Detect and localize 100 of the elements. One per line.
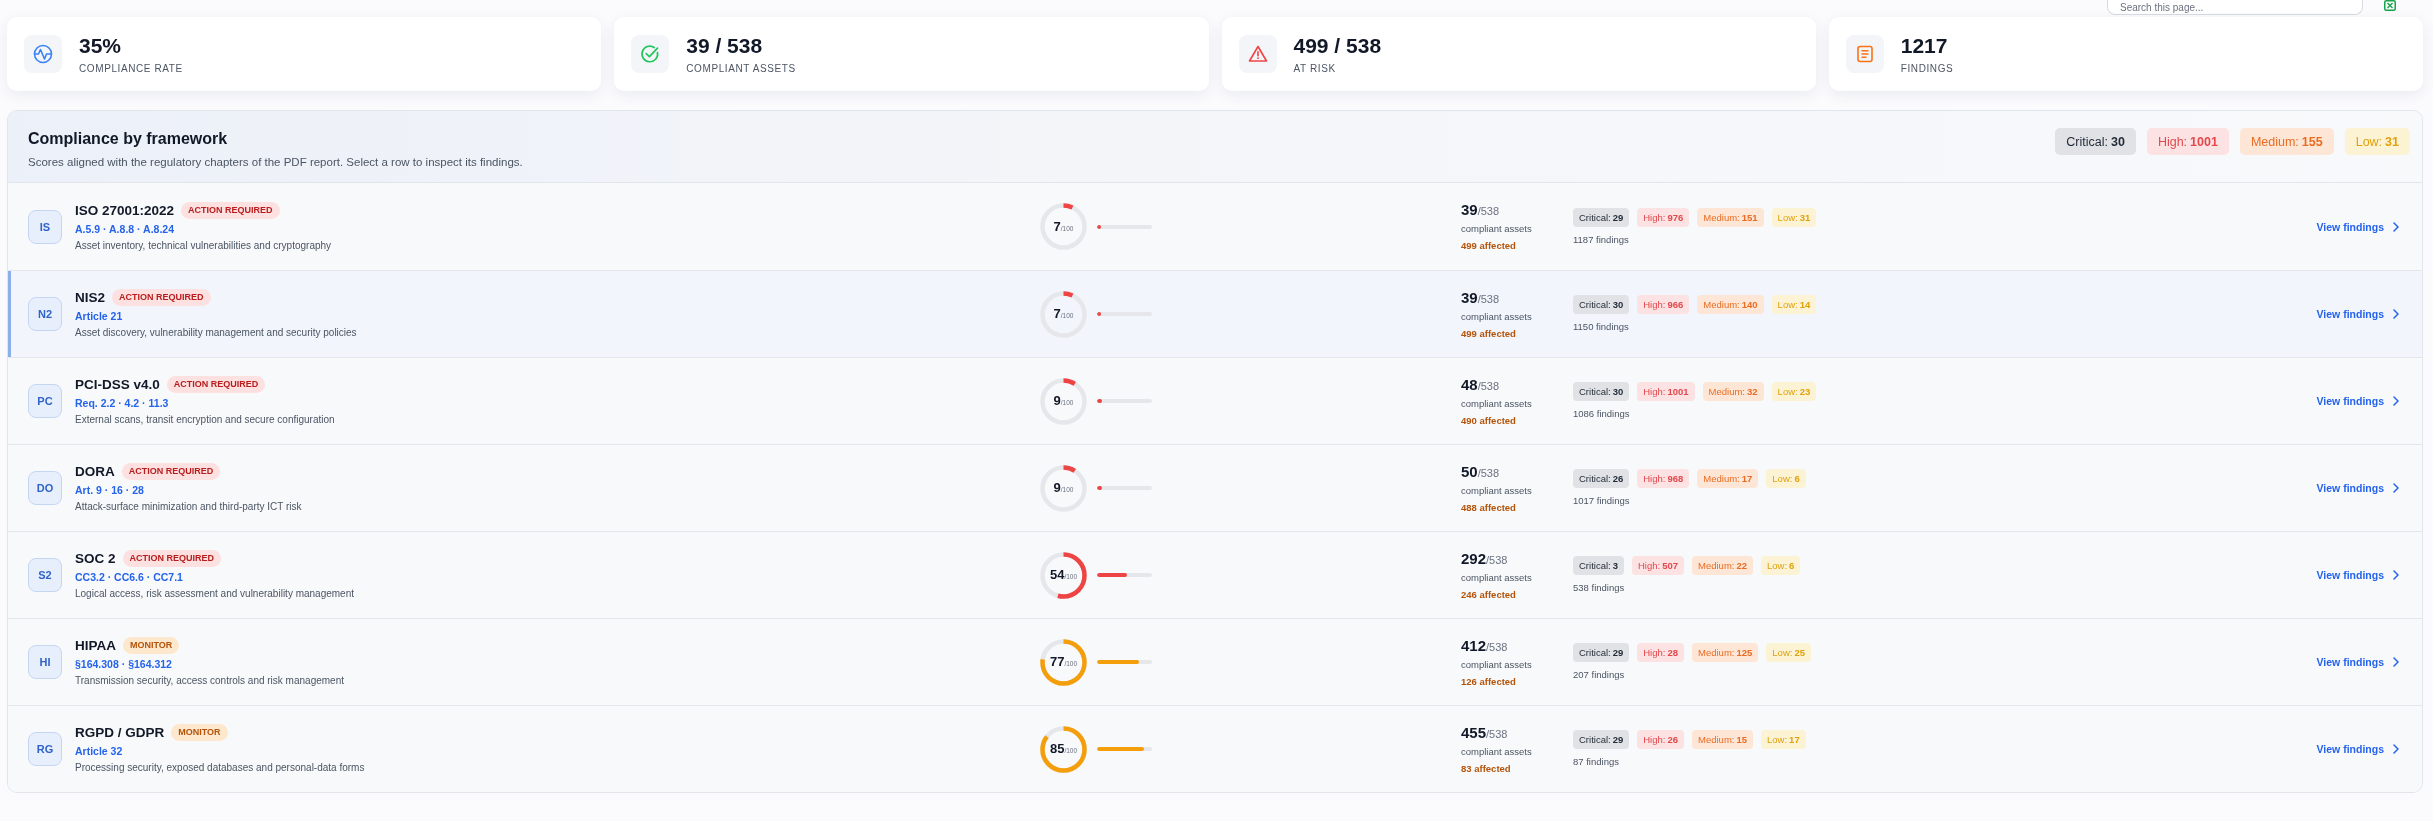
kpi-value: 1217 [1900,33,1948,58]
severity-count: Low: 6 [1761,556,1801,575]
severity-count: High: 976 [1637,207,1690,227]
chevron-right-icon [2393,221,2399,232]
framework-name: NIS2 [75,289,105,306]
severity-count: Medium: 15 [1692,730,1754,749]
status-badge: ACTION REQUIRED [121,463,221,480]
framework-description: Transmission security, access controls and risk management [75,674,344,687]
list-icon [1845,35,1884,73]
severity-total: Critical: 30 [2055,128,2136,155]
kpi-label: COMPLIANCE RATE [79,62,183,75]
score-ring [1040,725,1087,773]
chevron-right-icon [2393,570,2399,580]
severity-count: High: 966 [1637,295,1690,314]
affected-count: 490 affected [1461,414,1516,427]
compliant-count: 412/538 [1461,636,1508,656]
framework-row[interactable] [8,270,2422,357]
compliant-count: 292/538 [1461,549,1508,569]
framework-reference: Art. 9 · 16 · 28 [75,484,144,497]
severity-total: High: 1001 [2146,128,2229,155]
kpi-label: COMPLIANT ASSETS [686,62,796,75]
severity-count: Medium: 151 [1697,207,1764,227]
score-ring [1040,551,1087,599]
compliant-count: 39/538 [1461,288,1500,308]
panel-title: Compliance by framework [28,129,228,148]
status-badge: ACTION REQUIRED [112,289,211,306]
severity-count: Critical: 29 [1573,730,1630,749]
view-findings-link[interactable]: View findings [2316,482,2399,494]
severity-total: Low: 31 [2344,128,2410,155]
framework-reference: A.5.9 · A.8.8 · A.8.24 [75,222,174,236]
severity-count: High: 28 [1637,643,1684,662]
framework-reference: Article 21 [75,310,123,323]
view-findings-link[interactable]: View findings [2316,656,2399,668]
severity-count: Medium: 17 [1697,469,1759,488]
severity-count: Medium: 22 [1692,556,1754,575]
severity-count: High: 968 [1637,469,1690,488]
severity-count: Low: 23 [1771,382,1817,401]
spreadsheet-icon[interactable] [2384,0,2396,11]
affected-count: 488 affected [1461,501,1516,514]
assets-caption: compliant assets [1461,571,1532,584]
search-field[interactable]: Search this page... [2107,0,2363,15]
status-badge: ACTION REQUIRED [181,201,280,219]
findings-total: 1150 findings [1573,321,1629,333]
view-findings-link[interactable]: View findings [2316,569,2399,581]
framework-name: RGPD / GDPR [75,724,165,741]
severity-count: Low: 14 [1771,295,1817,314]
framework-name: DORA [75,463,115,480]
score-ring [1040,638,1087,686]
view-findings-link[interactable]: View findings [2316,308,2399,320]
severity-count: Critical: 26 [1573,469,1630,488]
chevron-right-icon [2393,744,2399,754]
kpi-label: FINDINGS [1900,62,1954,75]
severity-count: Low: 6 [1766,469,1806,488]
view-findings-link[interactable]: View findings [2316,395,2399,407]
view-findings-link[interactable]: View findings [2316,743,2399,755]
affected-count: 126 affected [1461,675,1516,688]
framework-name: ISO 27001:2022 [75,201,175,219]
assets-caption: compliant assets [1461,310,1532,323]
severity-count: High: 507 [1631,556,1684,575]
warning-icon [1238,35,1277,73]
framework-description: External scans, transit encryption and secure configuration [75,413,335,426]
framework-name: PCI-DSS v4.0 [75,376,160,393]
kpi-value: 35% [79,33,122,58]
severity-count: Critical: 29 [1573,207,1630,227]
kpi-value: 39 / 538 [686,33,763,58]
assets-caption: compliant assets [1461,223,1532,235]
status-badge: ACTION REQUIRED [166,376,266,393]
compliant-count: 48/538 [1461,375,1500,395]
kpi-label: AT RISK [1293,62,1336,75]
chevron-right-icon [2393,309,2399,319]
severity-count: Low: 31 [1771,207,1817,227]
framework-name: SOC 2 [75,550,116,567]
severity-count: Medium: 32 [1702,382,1764,401]
score-ring [1040,464,1087,512]
framework-description: Asset inventory, technical vulnerabilities and cryptography [75,238,332,252]
panel-subtitle: Scores aligned with the regulatory chapters of the PDF report. Select a row to inspect its findings. [28,155,523,169]
framework-row[interactable] [8,705,2422,792]
chevron-right-icon [2393,657,2399,667]
severity-count: Critical: 3 [1573,556,1624,575]
framework-reference: Req. 2.2 · 4.2 · 11.3 [75,397,169,410]
kpi-value: 499 / 538 [1293,33,1382,58]
score-ring [1040,377,1087,425]
framework-avatar: RG [28,732,62,766]
severity-total: Medium: 155 [2239,128,2334,155]
severity-count: Low: 25 [1766,643,1811,662]
framework-name: HIPAA [75,637,116,654]
findings-total: 538 findings [1573,582,1625,594]
status-badge: MONITOR [171,724,228,741]
affected-count: 499 affected [1461,240,1516,252]
framework-description: Logical access, risk assessment and vulnerability management [75,587,355,600]
severity-count: Low: 17 [1761,730,1806,749]
view-findings-link[interactable]: View findings [2316,220,2399,233]
framework-description: Attack-surface minimization and third-party ICT risk [75,500,302,513]
assets-caption: compliant assets [1461,658,1532,671]
severity-count: Medium: 140 [1697,295,1764,314]
framework-avatar: PC [28,384,62,418]
framework-avatar: DO [28,471,62,505]
findings-total: 207 findings [1573,669,1625,681]
compliant-count: 455/538 [1461,723,1508,743]
assets-caption: compliant assets [1461,484,1532,497]
